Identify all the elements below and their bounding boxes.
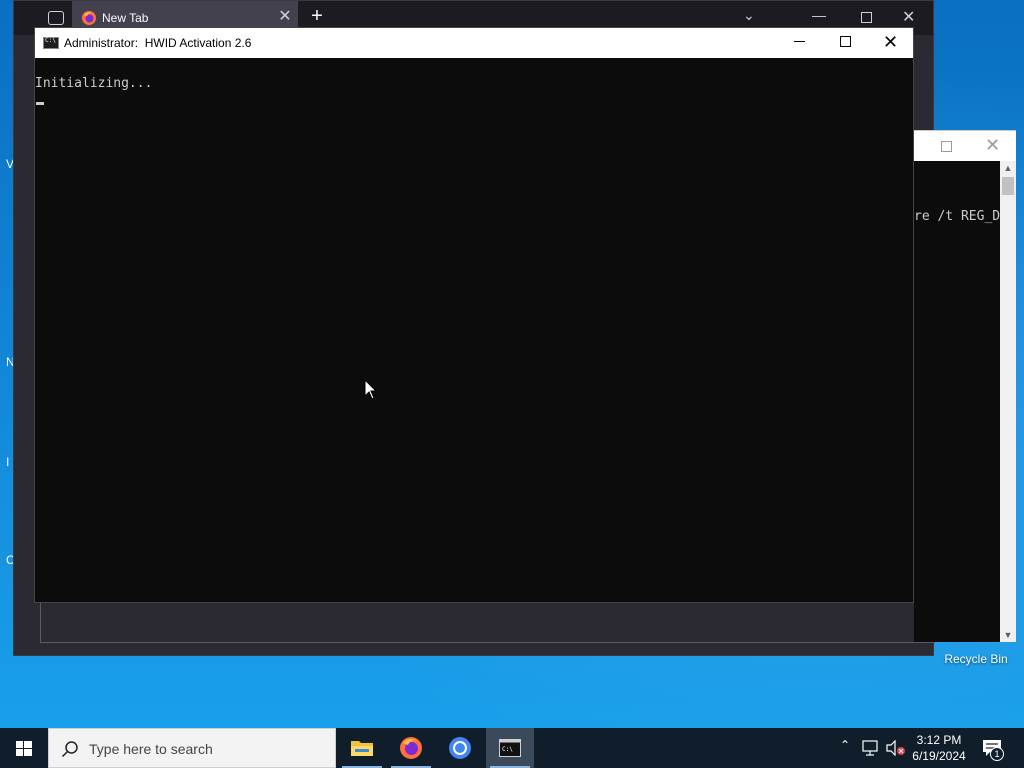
firefox-icon	[400, 737, 422, 759]
svg-text:C:\: C:\	[502, 746, 513, 753]
taskbar-app-command-prompt[interactable]: C:\	[486, 728, 534, 768]
taskbar-app-firefox[interactable]	[387, 728, 435, 768]
desktop-icon-label-partial[interactable]: I	[6, 455, 9, 469]
console-title-prefix: Administrator:	[64, 36, 139, 50]
console-titlebar[interactable]: Administrator: HWID Activation 2.6 ✕	[35, 28, 913, 58]
volume-muted-icon[interactable]	[886, 740, 906, 756]
console2-output: re /t REG_D	[914, 209, 1000, 224]
notification-count-badge: 1	[990, 747, 1004, 761]
scrollbar[interactable]: ▲ ▼	[1000, 161, 1016, 642]
minimize-icon[interactable]: —	[812, 7, 826, 23]
start-button[interactable]	[0, 728, 48, 768]
maximize-icon[interactable]	[941, 141, 952, 152]
chevron-down-icon[interactable]: ⌄	[743, 7, 755, 24]
mouse-pointer-icon	[364, 379, 378, 400]
console-output[interactable]: Initializing...	[35, 58, 913, 604]
system-clock[interactable]: 3:12 PM 6/19/2024	[908, 732, 970, 764]
clock-time: 3:12 PM	[916, 733, 962, 747]
tab-list-icon[interactable]	[48, 11, 64, 25]
console-title-name: HWID Activation 2.6	[144, 36, 252, 50]
maximize-icon[interactable]	[861, 12, 872, 23]
close-icon[interactable]: ✕	[985, 135, 1000, 156]
taskbar-app-chrome[interactable]	[436, 728, 484, 768]
tab-title: New Tab	[102, 11, 149, 25]
firefox-icon	[82, 11, 96, 25]
close-icon[interactable]: ✕	[883, 31, 898, 53]
chrome-icon	[449, 737, 471, 759]
search-placeholder: Type here to search	[89, 741, 213, 757]
terminal-icon: C:\	[499, 739, 521, 757]
new-tab-button[interactable]: +	[306, 5, 328, 28]
network-icon[interactable]	[862, 740, 880, 756]
windows-logo-icon	[16, 741, 32, 756]
close-tab-icon[interactable]: ✕	[276, 9, 294, 25]
folder-icon	[351, 741, 373, 756]
chevron-up-icon[interactable]: ⌃	[840, 738, 850, 752]
terminal-icon	[43, 37, 59, 49]
taskbar: Type here to search C:\ ⌃ 3:12 PM 6/19/2…	[0, 728, 1024, 768]
text-cursor	[36, 102, 44, 105]
close-icon[interactable]: ✕	[902, 7, 915, 27]
scrollbar-thumb[interactable]	[1002, 177, 1014, 195]
clock-date: 6/19/2024	[912, 749, 966, 763]
recycle-bin[interactable]: Recycle Bin	[942, 634, 1010, 666]
taskbar-search-box[interactable]: Type here to search	[48, 728, 336, 768]
console2-titlebar: ✕	[914, 130, 1016, 161]
console-title: Administrator: HWID Activation 2.6	[64, 36, 251, 50]
maximize-icon[interactable]	[840, 36, 851, 47]
console-window-background: ✕ re /t REG_D ▲ ▼	[914, 130, 1016, 642]
scroll-down-icon[interactable]: ▼	[1000, 630, 1016, 640]
taskbar-app-file-explorer[interactable]	[338, 728, 386, 768]
minimize-icon[interactable]	[794, 41, 805, 42]
browser-content	[40, 601, 935, 643]
console-window: Administrator: HWID Activation 2.6 ✕ Ini…	[34, 27, 914, 603]
scroll-up-icon[interactable]: ▲	[1000, 163, 1016, 173]
recycle-bin-label: Recycle Bin	[944, 652, 1008, 666]
search-icon	[61, 741, 78, 758]
console-line: Initializing...	[35, 76, 153, 91]
